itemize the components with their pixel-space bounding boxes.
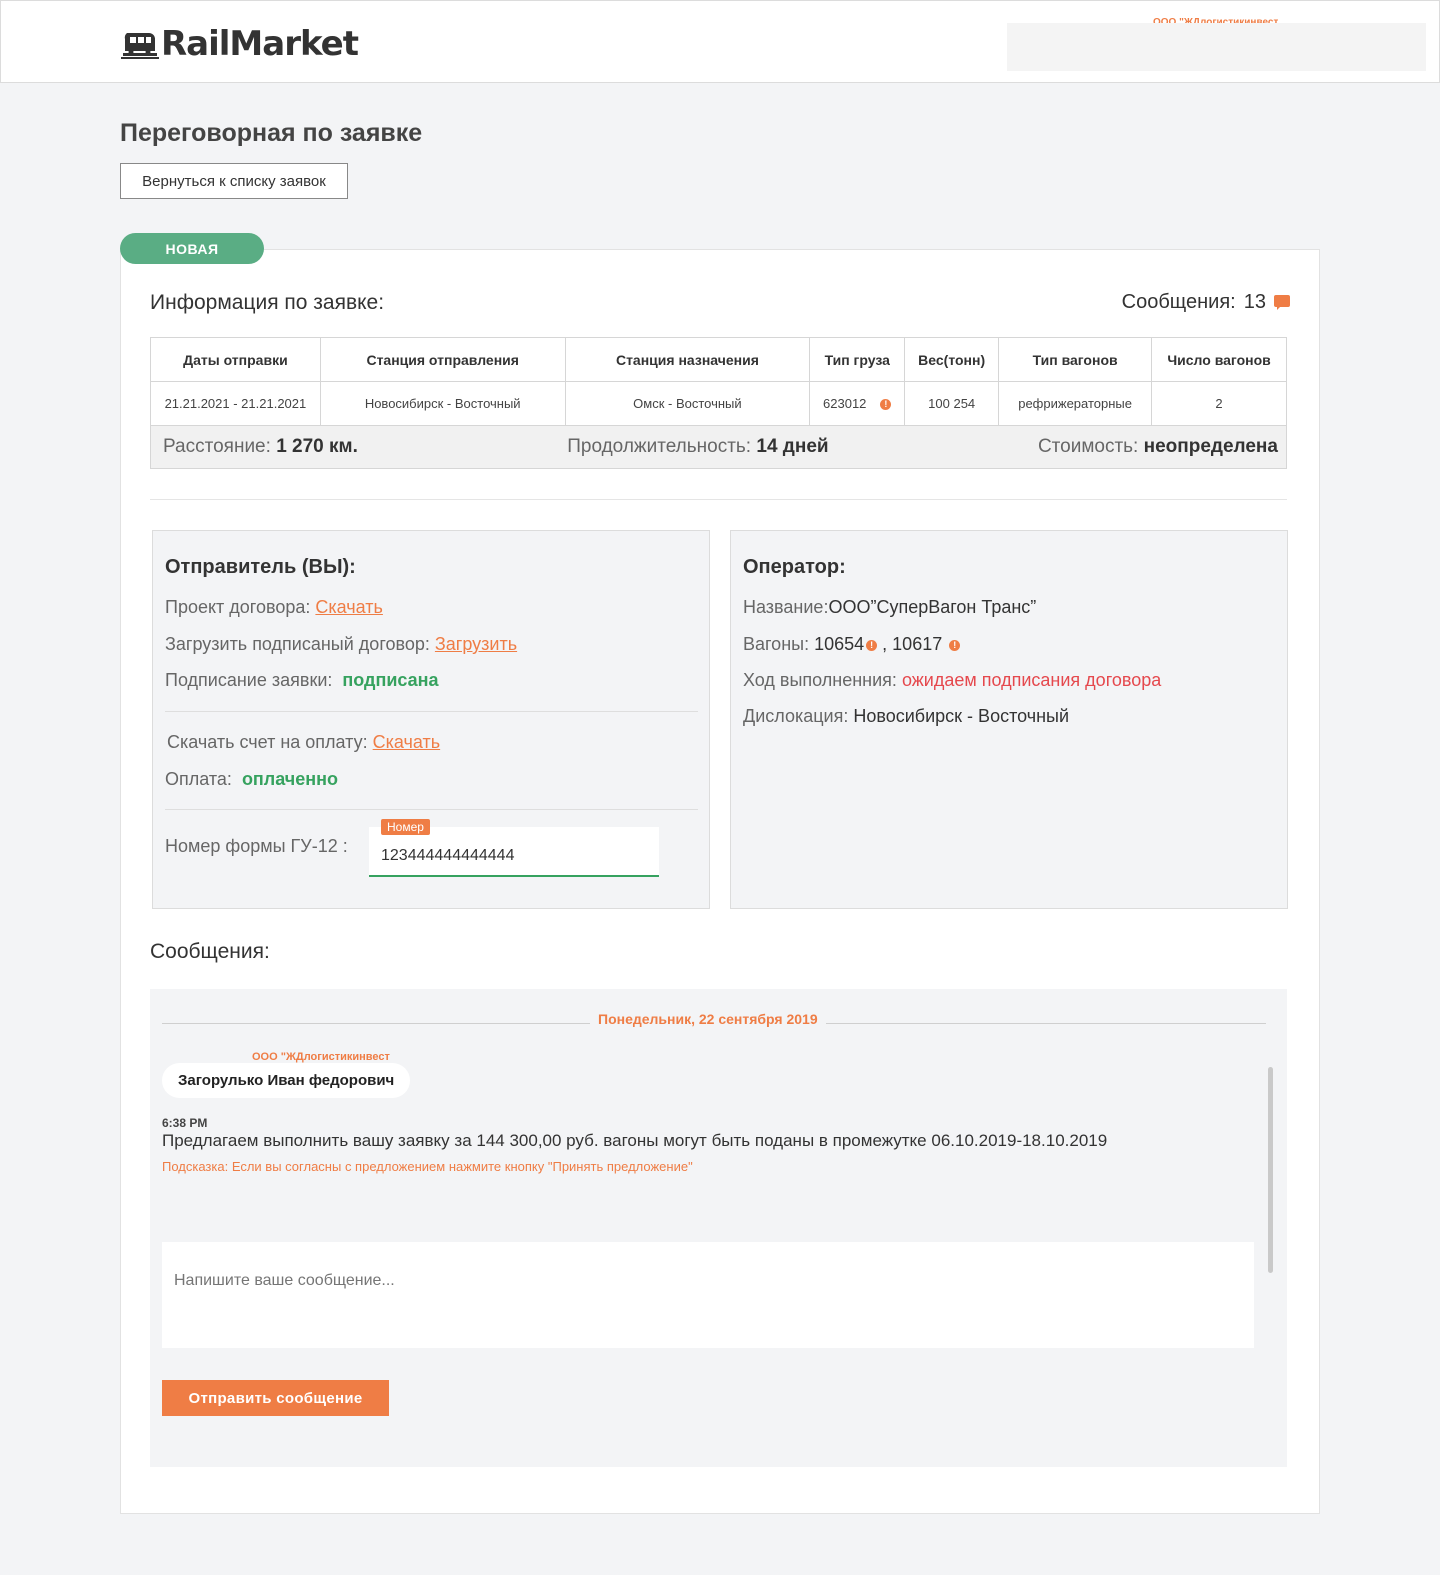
invoice-label: Скачать счет на оплату: (167, 732, 368, 752)
messages-counter-value: 13 (1243, 291, 1266, 313)
scrollbar[interactable] (1268, 1067, 1273, 1273)
location-label: Дислокация: (743, 706, 849, 726)
col-wagon-type: Тип вагонов (998, 337, 1153, 382)
logo[interactable]: RailMarket (121, 24, 359, 64)
info-title: Информация по заявке: (150, 291, 385, 314)
distance: Расстояние: 1 270 км. (163, 436, 358, 458)
distance-value: 1 270 км. (276, 436, 358, 457)
cell-wagon-count: 2 (1151, 381, 1287, 426)
duration-label: Продолжительность: (567, 436, 752, 457)
payment-status: оплаченно (241, 769, 339, 789)
cell-departure: Новосибирск - Восточный (319, 381, 566, 426)
divider (150, 499, 1287, 500)
col-wagon-count: Число вагонов (1151, 337, 1287, 382)
cell-weight: 100 254 (904, 381, 1000, 426)
col-cargo: Тип груза (809, 337, 906, 382)
info-icon[interactable]: ! (866, 639, 878, 651)
table-row: 21.21.2021 - 21.21.2021 Новосибирск - Во… (150, 381, 1287, 426)
info-icon[interactable]: ! (880, 399, 892, 411)
gu12-label: Номер формы ГУ-12 : (165, 836, 348, 856)
cost: Стоимость: неопределена (1038, 436, 1278, 458)
message-time: 6:38 PM (162, 1116, 208, 1130)
messages-counter[interactable]: Сообщения: 13 (1122, 291, 1290, 314)
col-dates: Даты отправки (150, 337, 321, 382)
signing-label: Подписание заявки: (165, 670, 333, 690)
location-row: Дислокация: Новосибирск - Восточный (743, 706, 1069, 727)
contract-label: Проект договора: (165, 597, 311, 617)
send-message-button[interactable]: Отправить сообщение (162, 1380, 389, 1416)
payment-row: Оплата: оплаченно (165, 769, 338, 790)
download-invoice-link[interactable]: Скачать (373, 732, 441, 752)
invoice-row: Скачать счет на оплату: Скачать (167, 732, 440, 753)
upload-label: Загрузить подписаный договор: (165, 634, 430, 654)
sender-company: ООО "ЖДлогистикинвест (252, 1051, 390, 1063)
operator-title: Оператор: (743, 556, 846, 578)
upload-contract-link[interactable]: Загрузить (435, 634, 517, 654)
payment-label: Оплата: (165, 769, 232, 789)
operator-name-row: Название:ООО”СуперВагон Транс” (743, 597, 1036, 618)
divider (165, 711, 698, 712)
col-destination: Станция назначения (564, 337, 811, 382)
signing-row: Подписание заявки: подписана (165, 670, 439, 691)
top-bar: RailMarket ООО "ЖДлогистикинвест (0, 0, 1440, 83)
status-badge: НОВАЯ (120, 233, 264, 264)
back-to-list-button[interactable]: Вернуться к списку заявок (120, 163, 348, 199)
summary-bar: Расстояние: 1 270 км. Продолжительность:… (150, 425, 1287, 469)
operator-name-label: Название: (743, 597, 829, 617)
col-departure: Станция отправления (319, 337, 566, 382)
col-weight: Вес(тонн) (904, 337, 1000, 382)
distance-label: Расстояние: (163, 436, 271, 457)
upload-row: Загрузить подписаный договор: Загрузить (165, 634, 517, 655)
cost-label: Стоимость: (1037, 436, 1139, 457)
cell-wagon-type: рефрижераторные (998, 381, 1153, 426)
operator-name-value: ООО”СуперВагон Транс” (828, 597, 1037, 617)
cell-dates: 21.21.2021 - 21.21.2021 (150, 381, 321, 426)
download-contract-link[interactable]: Скачать (315, 597, 383, 617)
wagon-separator: , (877, 634, 893, 654)
sender-title: Отправитель (ВЫ): (165, 556, 356, 578)
wagon-number[interactable]: 10654 (814, 634, 864, 654)
cell-cargo: 623012! (809, 381, 906, 426)
progress-value: ожидаем подписания договора (901, 670, 1162, 690)
chat-panel: Понедельник, 22 сентября 2019 ООО "ЖДлог… (150, 989, 1287, 1467)
duration: Продолжительность: 14 дней (567, 436, 828, 458)
message-input[interactable] (162, 1242, 1254, 1348)
messages-title: Сообщения: (150, 940, 270, 963)
wagons-row: Вагоны: 10654! , 10617 ! (743, 634, 961, 655)
contract-row: Проект договора: Скачать (165, 597, 383, 618)
sender-name: Загорулько Иван федорович (162, 1063, 411, 1098)
cargo-code: 623012 (823, 396, 867, 411)
date-label: Понедельник, 22 сентября 2019 (590, 1011, 826, 1027)
logo-text: RailMarket (161, 24, 359, 64)
cell-destination: Омск - Восточный (564, 381, 811, 426)
cost-value: неопределена (1143, 436, 1278, 457)
progress-row: Ход выполненния: ожидаем подписания дого… (743, 670, 1161, 691)
messages-counter-label: Сообщения: (1121, 291, 1236, 313)
account-area[interactable] (1007, 23, 1426, 71)
duration-value: 14 дней (756, 436, 829, 457)
request-table: Даты отправки Станция отправления Станци… (150, 337, 1287, 426)
train-icon (121, 33, 159, 59)
location-value: Новосибирск - Восточный (853, 706, 1070, 726)
sender-panel: Отправитель (ВЫ): Проект договора: Скача… (152, 530, 710, 909)
info-icon[interactable]: ! (949, 639, 961, 651)
operator-panel: Оператор: Название:ООО”СуперВагон Транс”… (730, 530, 1288, 909)
chat-icon (1274, 294, 1290, 311)
wagons-label: Вагоны: (743, 634, 810, 654)
progress-label: Ход выполненния: (743, 670, 897, 690)
message-text: Предлагаем выполнить вашу заявку за 144 … (162, 1131, 1108, 1150)
page-title: Переговорная по заявке (120, 119, 423, 147)
wagon-number[interactable]: 10617 (892, 634, 942, 654)
table-header-row: Даты отправки Станция отправления Станци… (150, 337, 1287, 382)
gu12-field-tag: Номер (381, 819, 430, 835)
signing-status: подписана (342, 670, 439, 690)
divider (165, 809, 698, 810)
message-hint: Подсказка: Если вы согласны с предложени… (162, 1159, 693, 1174)
